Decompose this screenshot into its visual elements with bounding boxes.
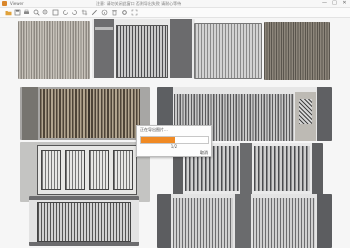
dialog-title: 正在导出图片...	[140, 127, 168, 132]
minimize-button[interactable]: —	[320, 0, 329, 7]
gate-horizontal-panel[interactable]	[194, 23, 262, 79]
gate-stone-wall-panels[interactable]	[20, 142, 150, 202]
zoom-in-icon[interactable]	[33, 9, 40, 16]
fit-icon[interactable]	[52, 9, 59, 16]
progress-bar	[140, 136, 209, 144]
open-folder-icon[interactable]	[5, 9, 12, 16]
progress-text: 1/2	[170, 144, 178, 149]
toolbar	[0, 8, 350, 18]
title-bar: Viewer 注意: 请勿关闭此窗口 否则导出失败 请耐心等待 — □ ✕	[0, 0, 350, 8]
gate-double-door-pillars[interactable]	[92, 19, 195, 78]
gate-sliding-frame[interactable]	[29, 196, 139, 246]
gate-modern-panels[interactable]	[157, 194, 332, 248]
image-canvas: 正在导出图片... 1/2 取消	[0, 18, 350, 248]
delete-icon[interactable]	[111, 9, 118, 16]
brush-icon[interactable]	[91, 9, 98, 16]
rotate-left-icon[interactable]	[62, 9, 69, 16]
gate-wooden-slats[interactable]	[18, 21, 90, 79]
cancel-button[interactable]: 取消	[200, 150, 208, 155]
print-icon[interactable]	[23, 9, 30, 16]
zoom-out-icon[interactable]	[42, 9, 49, 16]
save-icon[interactable]	[14, 9, 21, 16]
window-title: 注意: 请勿关闭此窗口 否则导出失败 请耐心等待	[96, 1, 182, 6]
settings-icon[interactable]	[121, 9, 128, 16]
crop-icon[interactable]	[81, 9, 88, 16]
app-icon	[2, 1, 7, 6]
rotate-right-icon[interactable]	[71, 9, 78, 16]
progress-bar-fill	[141, 137, 175, 143]
app-name: Viewer	[10, 1, 24, 6]
gate-dark-wood[interactable]	[264, 22, 330, 80]
maximize-button[interactable]: □	[330, 0, 339, 7]
fullscreen-icon[interactable]	[131, 9, 138, 16]
export-progress-dialog: 正在导出图片... 1/2 取消	[136, 125, 212, 157]
info-icon[interactable]	[101, 9, 108, 16]
close-button[interactable]: ✕	[340, 0, 349, 7]
gate-bronze-vertical[interactable]	[20, 87, 150, 140]
